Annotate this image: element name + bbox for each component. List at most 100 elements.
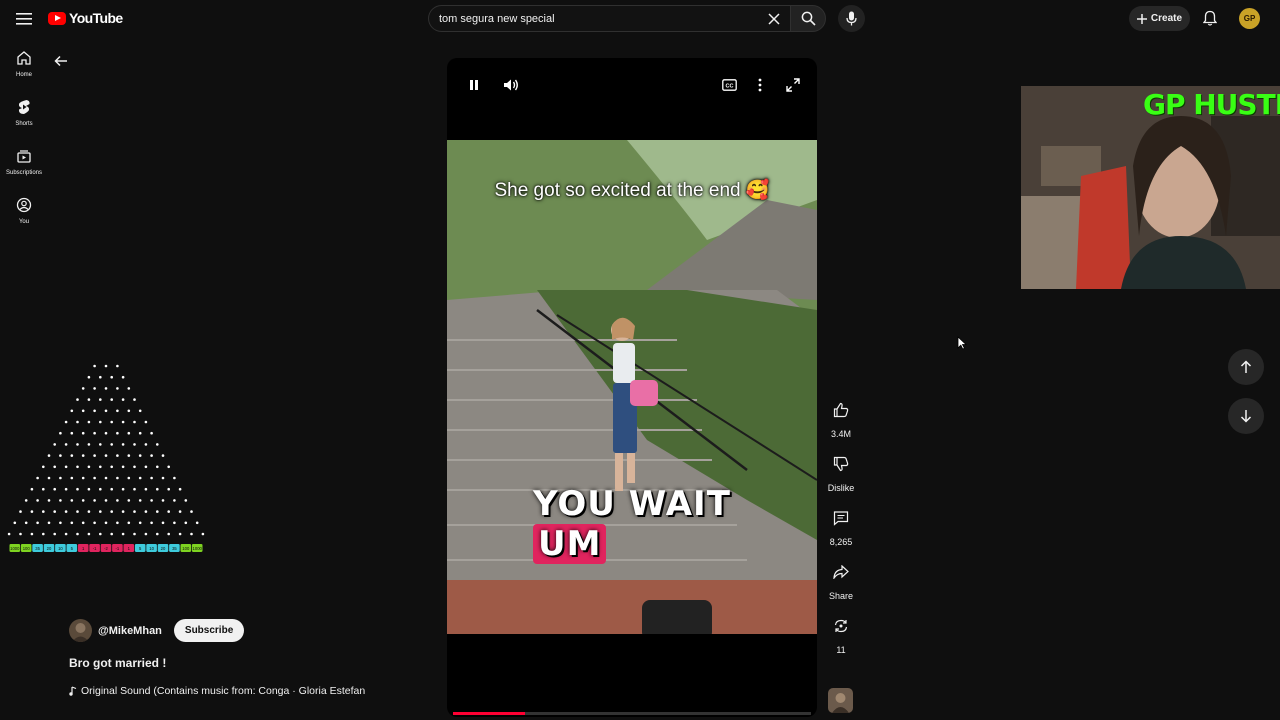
progress-bar[interactable]: [453, 712, 811, 715]
clear-icon[interactable]: [764, 9, 784, 29]
plinko-peg: [161, 521, 165, 525]
more-options-button[interactable]: [750, 75, 770, 95]
plinko-peg: [81, 454, 85, 457]
plinko-peg: [110, 487, 113, 491]
plinko-peg: [167, 465, 170, 469]
plinko-peg: [24, 521, 28, 525]
action-bar: 3.4M Dislike 8,265 Share 11: [820, 395, 862, 665]
voice-search-button[interactable]: [838, 5, 865, 32]
channel-avatar[interactable]: [69, 619, 92, 642]
plinko-slot: 5: [66, 544, 78, 552]
plinko-peg: [81, 409, 85, 413]
plinko-multiplier: 35: [35, 546, 40, 551]
search-button[interactable]: [790, 5, 826, 32]
video-frame[interactable]: She got so excited at the end 🥰 YOU WAIT…: [447, 140, 817, 634]
dislike-label: Dislike: [827, 483, 855, 493]
plinko-peg: [116, 521, 119, 525]
plinko-peg: [110, 465, 113, 469]
plinko-peg: [178, 532, 182, 536]
like-button[interactable]: 3.4M: [820, 395, 862, 439]
search-icon: [801, 11, 816, 26]
sidebar-item-shorts[interactable]: Shorts: [0, 89, 48, 138]
plinko-peg: [127, 476, 131, 480]
sidebar-item-home[interactable]: Home: [0, 40, 48, 89]
plinko-peg: [53, 532, 56, 536]
dislike-button[interactable]: Dislike: [820, 449, 862, 493]
plinko-peg: [144, 510, 148, 513]
captions-button[interactable]: CC: [719, 75, 739, 95]
plinko-peg: [116, 409, 119, 413]
sidebar-item-label: Shorts: [15, 121, 33, 127]
plinko-peg: [76, 420, 79, 424]
shorts-player[interactable]: CC She got so excited at the end 🥰 YOU W…: [447, 58, 817, 717]
caption-big: YOU WAIT UM: [533, 484, 817, 564]
logo-text: YouTube: [69, 10, 123, 26]
sidebar-item-you[interactable]: You: [0, 187, 48, 236]
shorts-icon: [18, 100, 30, 114]
caption-top: She got so excited at the end 🥰: [494, 180, 770, 201]
account-avatar[interactable]: GP: [1239, 8, 1260, 29]
search-box[interactable]: [428, 5, 790, 32]
next-short-button[interactable]: [1228, 398, 1264, 434]
subscribe-button[interactable]: Subscribe: [173, 619, 245, 642]
subscriptions-icon: [17, 150, 31, 163]
plinko-slot: 35: [32, 544, 43, 552]
back-button[interactable]: [50, 50, 72, 72]
plinko-peg: [81, 476, 85, 480]
menu-icon[interactable]: [12, 7, 36, 31]
plinko-slot: 1000: [191, 544, 203, 552]
search-input[interactable]: [439, 12, 759, 25]
plinko-multiplier: -1: [93, 546, 97, 551]
plinko-peg: [42, 487, 45, 491]
plinko-peg: [87, 443, 91, 446]
plinko-peg: [64, 510, 68, 513]
plinko-slot: 35: [169, 544, 180, 552]
plinko-peg: [99, 398, 102, 401]
plinko-peg: [76, 487, 79, 491]
plinko-peg: [190, 510, 193, 513]
sidebar-item-label: Home: [15, 72, 32, 78]
share-button[interactable]: Share: [820, 557, 862, 601]
plinko-peg: [87, 487, 91, 491]
fullscreen-button[interactable]: [783, 75, 803, 95]
pause-button[interactable]: [464, 75, 484, 95]
channel-name[interactable]: @MikeMhan: [98, 625, 162, 637]
plinko-peg: [19, 510, 22, 513]
plinko-peg: [93, 409, 96, 413]
plinko-peg: [178, 487, 182, 491]
notifications-button[interactable]: [1200, 8, 1220, 28]
plinko-peg: [93, 454, 96, 457]
plinko-peg: [93, 387, 96, 390]
plinko-peg: [110, 420, 113, 424]
plinko-peg: [173, 521, 176, 525]
plinko-peg: [30, 487, 34, 491]
plinko-peg: [7, 532, 11, 536]
previous-short-button[interactable]: [1228, 349, 1264, 385]
sidebar-item-label: You: [18, 219, 30, 225]
webcam-overlay: GP HUSTLA: [1021, 86, 1280, 289]
plinko-peg: [167, 532, 170, 536]
youtube-logo[interactable]: YouTube: [48, 10, 123, 26]
plinko-peg: [87, 398, 91, 401]
music-line[interactable]: Original Sound (Contains music from: Con…: [69, 685, 365, 697]
plinko-slot: 100: [20, 544, 32, 552]
plinko-slot: -2: [100, 544, 112, 552]
plinko-peg: [47, 476, 51, 480]
plinko-peg: [64, 532, 68, 536]
volume-button[interactable]: [501, 75, 521, 95]
sidebar-item-subscriptions[interactable]: Subscriptions: [0, 138, 48, 187]
plinko-peg: [167, 510, 170, 513]
audio-thumbnail[interactable]: [828, 688, 853, 713]
arrow-down-icon: [1240, 410, 1252, 423]
plinko-peg: [138, 409, 142, 413]
create-label: Create: [1150, 13, 1183, 24]
create-button[interactable]: Create: [1129, 6, 1190, 31]
plinko-slot: 5: [134, 544, 146, 552]
remix-button[interactable]: 11: [820, 611, 862, 655]
sidebar: Home Shorts Subscriptions You: [0, 40, 48, 236]
comments-button[interactable]: 8,265: [820, 503, 862, 547]
plinko-peg: [36, 521, 39, 525]
plinko-peg: [99, 465, 102, 469]
plinko-peg: [81, 387, 85, 390]
plinko-slot: 20: [157, 544, 169, 552]
